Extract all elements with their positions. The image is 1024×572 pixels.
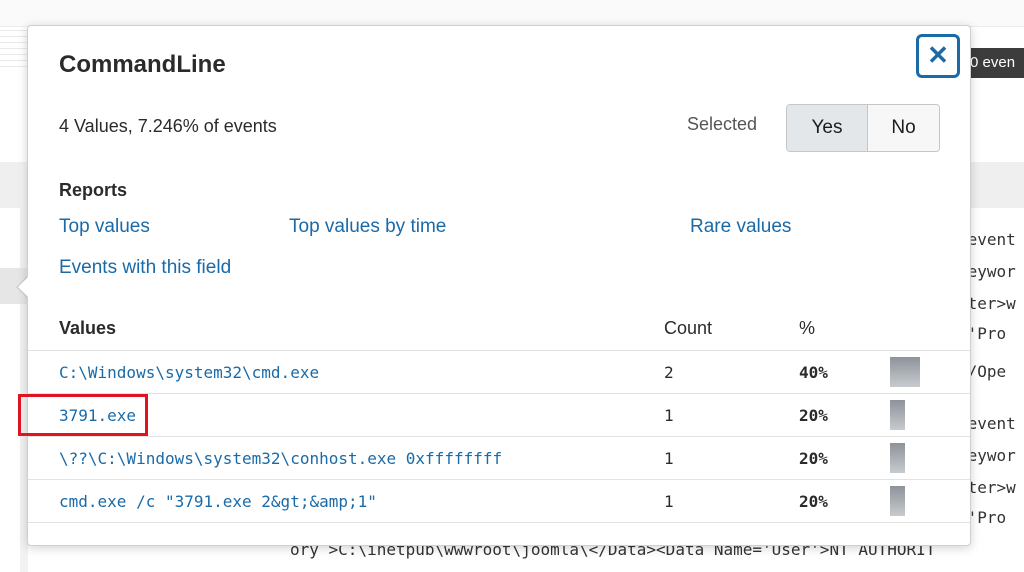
table-row: cmd.exe /c "3791.exe 2&gt;&amp;1" 1 20% bbox=[28, 479, 970, 523]
reports-heading: Reports bbox=[59, 180, 128, 200]
value-percent: 40% bbox=[799, 363, 828, 382]
background-header bbox=[0, 0, 1024, 27]
table-row: C:\Windows\system32\cmd.exe 2 40% bbox=[28, 350, 970, 393]
value-link[interactable]: cmd.exe /c "3791.exe 2&gt;&amp;1" bbox=[59, 492, 377, 511]
percent-bar bbox=[890, 486, 905, 516]
top-values-link[interactable]: Top values bbox=[59, 216, 150, 238]
selected-toggle: Yes No bbox=[786, 104, 940, 152]
field-summary-text: 4 Values, 7.246% of events bbox=[59, 116, 277, 136]
close-icon: ✕ bbox=[927, 40, 949, 70]
table-row: 3791.exe 1 20% bbox=[28, 393, 970, 436]
percent-column-header: % bbox=[799, 318, 816, 338]
popover-arrow-fill bbox=[18, 277, 28, 297]
field-summary-popover: CommandLine ✕ 4 Values, 7.246% of events… bbox=[27, 25, 971, 546]
value-count: 1 bbox=[664, 492, 674, 511]
values-column-header: Values bbox=[59, 318, 117, 338]
rare-values-link[interactable]: Rare values bbox=[690, 216, 791, 238]
close-button[interactable]: ✕ bbox=[916, 34, 960, 78]
popover-title: CommandLine bbox=[59, 51, 226, 78]
value-count: 1 bbox=[664, 449, 674, 468]
top-values-by-time-link[interactable]: Top values by time bbox=[289, 216, 446, 238]
value-count: 2 bbox=[664, 363, 674, 382]
count-column-header: Count bbox=[664, 318, 713, 338]
events-with-field-link[interactable]: Events with this field bbox=[59, 257, 231, 279]
value-link[interactable]: 3791.exe bbox=[59, 406, 136, 425]
selected-label: Selected bbox=[687, 114, 758, 134]
toggle-yes-button[interactable]: Yes bbox=[787, 105, 868, 151]
percent-bar bbox=[890, 357, 920, 387]
table-row: \??\C:\Windows\system32\conhost.exe 0xff… bbox=[28, 436, 970, 479]
value-percent: 20% bbox=[799, 449, 828, 468]
percent-bar bbox=[890, 443, 905, 473]
value-percent: 20% bbox=[799, 492, 828, 511]
values-table: C:\Windows\system32\cmd.exe 2 40% 3791.e… bbox=[28, 350, 970, 523]
value-count: 1 bbox=[664, 406, 674, 425]
toggle-no-button[interactable]: No bbox=[868, 105, 939, 151]
value-link[interactable]: \??\C:\Windows\system32\conhost.exe 0xff… bbox=[59, 449, 502, 468]
value-link[interactable]: C:\Windows\system32\cmd.exe bbox=[59, 363, 319, 382]
percent-bar bbox=[890, 400, 905, 430]
value-percent: 20% bbox=[799, 406, 828, 425]
background-decoration bbox=[0, 30, 30, 70]
